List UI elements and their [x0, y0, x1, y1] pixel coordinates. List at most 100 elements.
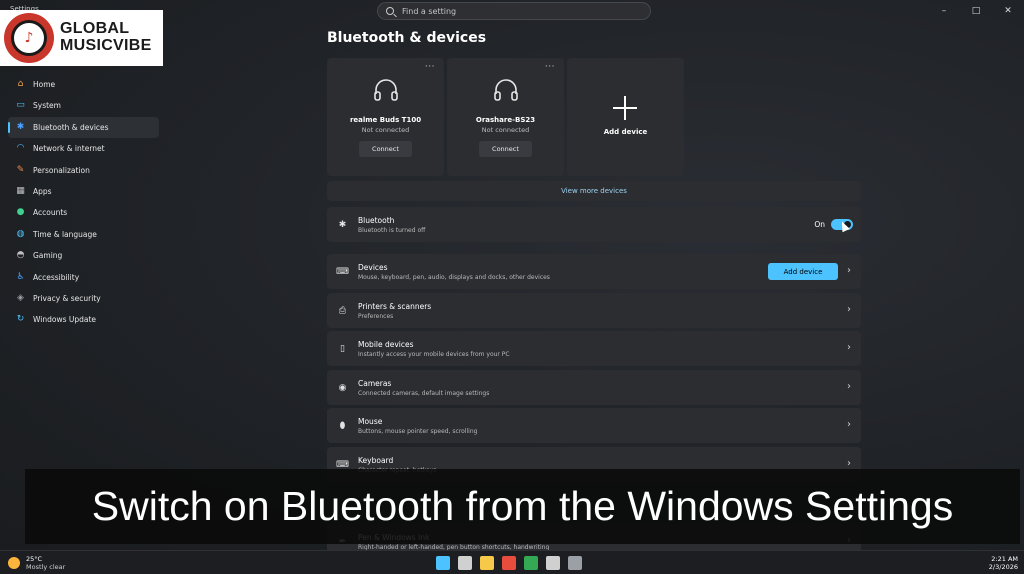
device-name: Orashare-BS23	[475, 116, 536, 124]
row-title: Cameras	[358, 379, 392, 388]
sidebar-item-system[interactable]: ▭ System	[8, 95, 159, 116]
taskbar-apps	[436, 556, 582, 570]
sidebar-item-apps[interactable]: ▦ Apps	[8, 181, 159, 202]
logo-line-2: MUSICVIBE	[60, 37, 152, 54]
sidebar-item-accessibility[interactable]: ♿ Accessibility	[8, 267, 159, 288]
caption-text: Switch on Bluetooth from the Windows Set…	[91, 483, 954, 529]
sidebar-item-windows-update[interactable]: ↻ Windows Update	[8, 309, 159, 330]
sidebar-item-time-language[interactable]: ◍ Time & language	[8, 224, 159, 245]
printer-icon: ⎙	[338, 305, 347, 316]
device-status: Not connected	[361, 126, 410, 134]
file-explorer-icon[interactable]	[480, 556, 494, 570]
sidebar-item-label: Home	[33, 80, 56, 89]
settings-row-devices[interactable]: ⌨ Devices Mouse, keyboard, pen, audio, dis…	[327, 254, 861, 289]
add-device-button[interactable]: Add device	[768, 263, 838, 280]
sidebar-item-label: Network & internet	[33, 144, 105, 154]
add-device-label: Add device	[603, 128, 648, 136]
more-options-icon[interactable]: ···	[425, 62, 435, 72]
watermark-logo: ♪ GLOBAL MUSICVIBE	[0, 10, 163, 66]
clock-date: 2/3/2026	[988, 563, 1018, 571]
row-subtitle: Instantly access your mobile devices fro…	[358, 351, 510, 358]
add-device-card[interactable]: Add device	[567, 58, 684, 176]
connect-button[interactable]: Connect	[479, 141, 532, 157]
sidebar-nav: ⌂ Home ▭ System ✱ Bluetooth & devices ◠ Network…	[8, 74, 159, 331]
headphones-icon	[374, 79, 398, 101]
connect-button[interactable]: Connect	[359, 141, 412, 157]
sidebar-item-accounts[interactable]: ● Accounts	[8, 202, 159, 223]
sidebar-item-bluetooth-devices[interactable]: ✱ Bluetooth & devices	[8, 116, 159, 138]
wifi-icon: ◠	[16, 143, 25, 154]
camera-icon: ◉	[338, 382, 347, 393]
brush-icon: ✎	[16, 164, 25, 175]
app-icon[interactable]	[546, 556, 560, 570]
sidebar-item-label: System	[33, 101, 61, 111]
devices-icon: ⌨	[336, 266, 349, 277]
sidebar-item-gaming[interactable]: ◓ Gaming	[8, 245, 159, 266]
sidebar-item-label: Windows Update	[33, 315, 97, 325]
gamepad-icon: ◓	[16, 250, 25, 261]
sidebar-item-label: Accessibility	[33, 272, 80, 282]
apps-icon: ▦	[16, 185, 25, 196]
chrome-icon[interactable]	[502, 556, 516, 570]
search-icon	[386, 7, 394, 15]
row-subtitle: Buttons, mouse pointer speed, scrolling	[358, 428, 478, 435]
settings-row-mobile-devices[interactable]: ▯ Mobile devices Instantly access your mob…	[327, 331, 861, 366]
maximize-button[interactable]: □	[960, 0, 992, 22]
chevron-right-icon: ›	[847, 342, 851, 353]
mouse-icon: ⬮	[339, 420, 346, 431]
sidebar-item-label: Bluetooth & devices	[33, 122, 109, 132]
weather-widget[interactable]: 25°C Mostly clear	[8, 555, 65, 571]
weather-icon	[8, 557, 20, 569]
more-options-icon[interactable]: ···	[545, 62, 555, 72]
sidebar-item-privacy-security[interactable]: ◈ Privacy & security	[8, 288, 159, 309]
settings-icon[interactable]	[568, 556, 582, 570]
sidebar-item-label: Privacy & security	[33, 293, 101, 303]
device-card-2[interactable]: ··· Orashare-BS23 Not connected Connect	[447, 58, 564, 176]
toggle-state-label: On	[814, 220, 825, 229]
search-box[interactable]: Find a setting	[377, 2, 651, 20]
minimize-button[interactable]: –	[928, 0, 960, 22]
shield-icon: ◈	[17, 292, 24, 303]
device-card-1[interactable]: ··· realme Buds T100 Not connected Conne…	[327, 58, 444, 176]
logo-text: GLOBAL MUSICVIBE	[60, 20, 152, 55]
start-icon[interactable]	[436, 556, 450, 570]
close-button[interactable]: ✕	[992, 0, 1024, 22]
chrome-icon[interactable]	[524, 556, 538, 570]
page-title: Bluetooth & devices	[327, 30, 487, 46]
chevron-right-icon: ›	[847, 458, 851, 469]
bluetooth-row: ✱ Bluetooth Bluetooth is turned off On	[327, 207, 861, 242]
row-title: Mobile devices	[358, 340, 414, 349]
device-name: realme Buds T100	[349, 116, 422, 124]
sidebar-item-label: Accounts	[33, 208, 68, 218]
device-status: Not connected	[481, 126, 530, 134]
caption-banner: Switch on Bluetooth from the Windows Set…	[25, 469, 1020, 544]
chevron-right-icon: ›	[847, 419, 851, 430]
row-subtitle: Connected cameras, default image setting…	[358, 390, 490, 397]
chevron-right-icon: ›	[847, 304, 851, 315]
view-more-devices-button[interactable]: View more devices	[327, 181, 861, 201]
sidebar-item-network-internet[interactable]: ◠ Network & internet	[8, 138, 159, 159]
accessibility-icon: ♿	[16, 271, 25, 282]
sidebar-item-home[interactable]: ⌂ Home	[8, 74, 159, 95]
music-note-icon: ♪	[11, 20, 47, 56]
window-controls: – □ ✕	[928, 0, 1024, 22]
chevron-right-icon: ›	[847, 265, 851, 276]
sidebar-item-personalization[interactable]: ✎ Personalization	[8, 160, 159, 181]
phone-icon: ▯	[340, 343, 345, 354]
task-view-icon[interactable]	[458, 556, 472, 570]
settings-row-mouse[interactable]: ⬮ Mouse Buttons, mouse pointer speed, scro…	[327, 408, 861, 443]
logo-line-1: GLOBAL	[60, 20, 130, 38]
weather-temp: 25°C	[26, 555, 43, 563]
system-icon: ▭	[16, 100, 25, 111]
accounts-icon: ●	[16, 207, 25, 218]
row-title: Mouse	[358, 417, 383, 426]
search-input[interactable]: Find a setting	[402, 7, 456, 16]
bluetooth-icon: ✱	[16, 121, 25, 132]
clock-time: 2:21 AM	[991, 555, 1018, 563]
settings-row-cameras[interactable]: ◉ Cameras Connected cameras, default image…	[327, 370, 861, 405]
chevron-right-icon: ›	[847, 381, 851, 392]
sidebar-item-label: Personalization	[33, 165, 90, 175]
taskbar: 25°C Mostly clear 2:21 AM 2/3/2026	[0, 550, 1024, 574]
clock[interactable]: 2:21 AM 2/3/2026	[989, 555, 1018, 571]
settings-row-printers-scanners[interactable]: ⎙ Printers & scanners Preferences ›	[327, 293, 861, 328]
